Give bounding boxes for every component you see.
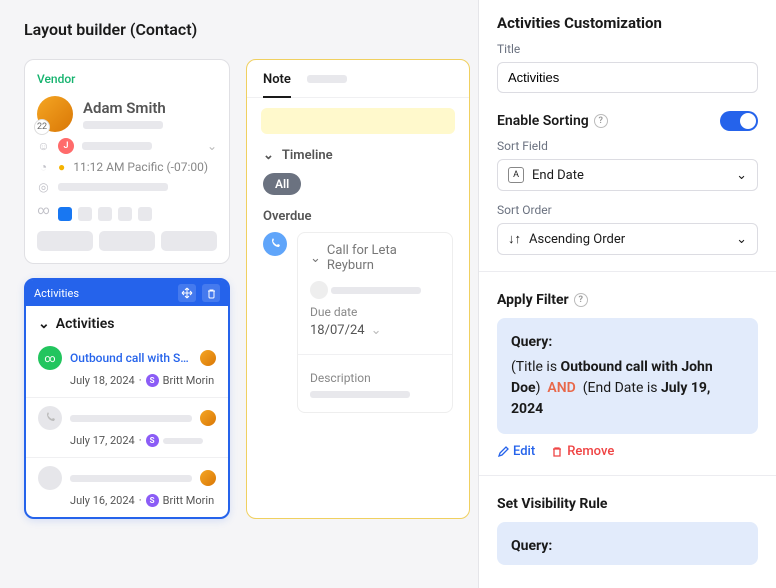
activity-date: July 16, 2024	[70, 494, 135, 507]
right-panel: Activities Customization Title Enable So…	[478, 0, 776, 588]
activity-date: July 18, 2024	[70, 374, 135, 387]
activity-item[interactable]: July 17, 2024 · S	[26, 397, 228, 457]
link-icon: ∞	[38, 346, 62, 370]
title-label: Title	[497, 42, 758, 56]
avatar	[200, 350, 216, 366]
query-and: AND	[547, 380, 575, 396]
person-icon: ☺	[37, 140, 50, 153]
tab-note[interactable]: Note	[263, 72, 291, 97]
owner-row[interactable]: ☺ J ⌄	[37, 138, 217, 154]
title-input[interactable]	[497, 62, 758, 93]
vendor-label: Vendor	[37, 72, 217, 86]
edit-button[interactable]: Edit	[497, 444, 535, 459]
avatar: 22	[37, 96, 73, 132]
due-date-label: Due date	[310, 305, 440, 319]
tab-ghost[interactable]	[307, 72, 347, 97]
chevron-down-icon: ⌄	[736, 168, 747, 183]
clock-icon: ◔	[37, 161, 50, 174]
contact-card: Vendor 22 Adam Smith ☺ J	[24, 59, 230, 264]
activity-item[interactable]: July 16, 2024 · S Britt Morin	[26, 457, 228, 517]
page-title: Layout builder (Contact)	[24, 20, 478, 39]
contact-name: Adam Smith	[83, 99, 166, 117]
description-label: Description	[310, 371, 440, 385]
visibility-query-box: Query:	[497, 522, 758, 565]
activities-header-label: Activities	[34, 287, 79, 300]
activity-date: July 17, 2024	[70, 434, 135, 447]
facebook-icon[interactable]	[58, 207, 72, 221]
trash-icon[interactable]	[202, 284, 220, 302]
activity-assignee: Britt Morin	[163, 494, 215, 507]
chevron-down-icon: ⌄	[38, 316, 50, 332]
avatar	[200, 470, 216, 486]
chevron-down-icon: ⌄	[736, 232, 747, 247]
activity-icon	[38, 466, 62, 490]
task-card[interactable]: ⌄ Call for Leta Reyburn Due date 18/07/2…	[297, 232, 453, 413]
pin-icon: ◎	[37, 180, 50, 193]
activities-title: Activities	[56, 316, 115, 332]
chevron-down-icon: ⌄	[371, 323, 382, 338]
avatar-badge: 22	[34, 119, 50, 135]
sort-field-label: Sort Field	[497, 139, 758, 153]
source-chip: S	[146, 434, 159, 447]
filter-all[interactable]: All	[263, 173, 301, 195]
sort-order-select[interactable]: ↓↑Ascending Order ⌄	[497, 223, 758, 255]
link-icon: ∞	[37, 204, 50, 217]
source-chip: S	[146, 494, 159, 507]
time-row: ◔ ● 11:12 AM Pacific (-07:00)	[37, 160, 217, 174]
owner-chip: J	[58, 138, 74, 154]
location-row: ◎	[37, 180, 217, 193]
panel-heading: Activities Customization	[497, 14, 758, 32]
task-title: Call for Leta Reyburn	[327, 243, 440, 273]
sort-field-select[interactable]: AEnd Date ⌄	[497, 159, 758, 191]
apply-filter-label: Apply Filter	[497, 292, 569, 308]
chevron-down-icon: ⌄	[263, 148, 274, 163]
phone-icon	[263, 232, 287, 256]
overdue-label: Overdue	[247, 209, 469, 232]
field-icon: A	[508, 167, 524, 183]
timeline-section[interactable]: ⌄ Timeline	[247, 148, 469, 173]
main-panel: Note ⌄ Timeline All Overdue	[246, 59, 470, 519]
phone-icon	[38, 406, 62, 430]
contact-subtitle	[83, 121, 163, 129]
enable-sorting-toggle[interactable]	[720, 111, 758, 131]
filter-ghost[interactable]	[311, 177, 351, 191]
enable-sorting-label: Enable Sorting	[497, 113, 589, 129]
chevron-down-icon: ⌄	[207, 139, 217, 153]
note-input[interactable]	[261, 108, 455, 134]
time-text: 11:12 AM Pacific (-07:00)	[73, 160, 208, 174]
avatar	[200, 410, 216, 426]
sort-icon: ↓↑	[508, 231, 521, 247]
chevron-down-icon: ⌄	[310, 251, 321, 266]
move-icon[interactable]	[178, 284, 196, 302]
visibility-heading: Set Visibility Rule	[497, 496, 758, 512]
source-chip: S	[146, 374, 159, 387]
query-label: Query:	[511, 332, 744, 353]
query-label: Query:	[511, 536, 744, 557]
filter-ghost[interactable]	[361, 177, 401, 191]
activity-item[interactable]: ∞ Outbound call with Sa... July 18, 2024…	[26, 338, 228, 397]
help-icon[interactable]: ?	[574, 293, 588, 307]
link-row: ∞	[37, 199, 217, 221]
due-date-value[interactable]: 18/07/24 ⌄	[310, 323, 440, 338]
remove-button[interactable]: Remove	[551, 444, 614, 459]
activities-title-row[interactable]: ⌄ Activities	[26, 306, 228, 338]
query-box: Query: (Title is Outbound call with John…	[497, 318, 758, 434]
social-icons	[58, 207, 152, 221]
activity-assignee: Britt Morin	[163, 374, 215, 387]
activity-subject: Outbound call with Sa...	[70, 351, 192, 365]
sort-order-label: Sort Order	[497, 203, 758, 217]
activities-card[interactable]: Activities ⌄ Activities ∞ Outbound	[24, 278, 230, 519]
help-icon[interactable]: ?	[594, 114, 608, 128]
